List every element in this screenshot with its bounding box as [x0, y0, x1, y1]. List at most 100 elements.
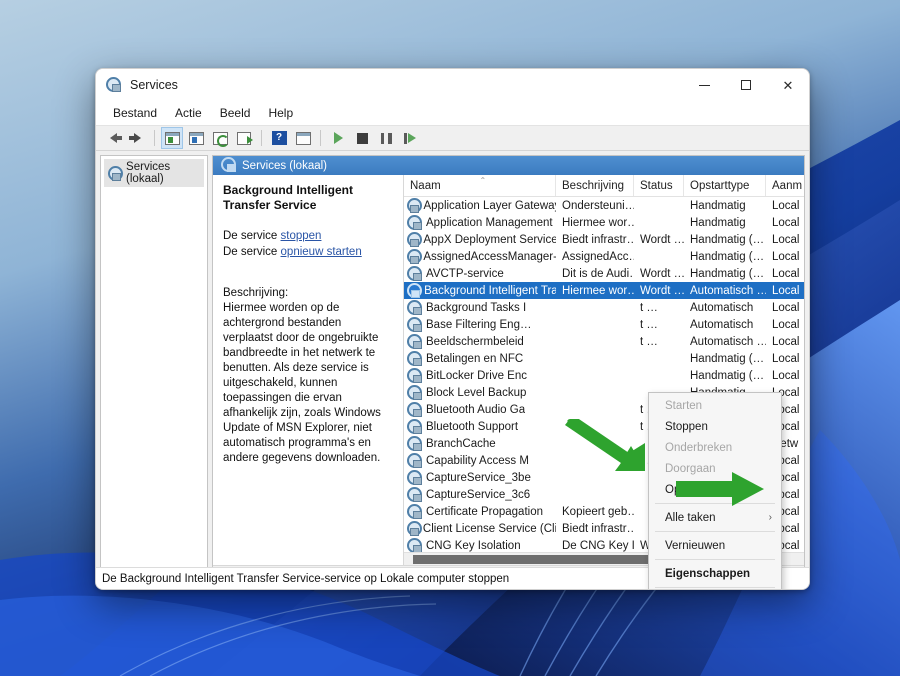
column-header-opstarttype[interactable]: Opstarttype: [684, 175, 766, 196]
menu-bar[interactable]: Bestand Actie Beeld Help: [96, 101, 809, 125]
service-item-icon: [407, 351, 422, 366]
table-row[interactable]: Base Filtering Eng…t …AutomatischLocal: [404, 316, 804, 333]
action-prefix-stop: De service: [223, 230, 277, 242]
stop-service-button[interactable]: [351, 127, 373, 149]
context-menu-item-label: Eigenschappen: [665, 568, 750, 580]
console-tree-pane[interactable]: Services (lokaal): [100, 155, 208, 585]
column-header-aanmelden[interactable]: Aanm: [766, 175, 804, 196]
table-row[interactable]: Background Intelligent Tran…Hiermee wor……: [404, 282, 804, 299]
column-header-aanmelden-label: Aanm: [772, 180, 802, 192]
cell-opstarttype: Automatisch …: [684, 285, 766, 297]
restart-service-button[interactable]: [399, 127, 421, 149]
menu-actie[interactable]: Actie: [166, 103, 211, 123]
back-button[interactable]: [102, 127, 124, 149]
menu-help[interactable]: Help: [259, 103, 302, 123]
description-text: Hiermee worden op de achtergrond bestand…: [223, 301, 393, 466]
description-label: Beschrijving:: [223, 286, 393, 301]
context-menu-item-eigenschappen[interactable]: Eigenschappen: [649, 563, 781, 584]
chevron-right-icon: ›: [769, 512, 772, 523]
menu-beeld[interactable]: Beeld: [211, 103, 260, 123]
window-titlebar[interactable]: Services ✕: [96, 69, 809, 101]
menu-bestand[interactable]: Bestand: [104, 103, 166, 123]
table-row[interactable]: Beeldschermbeleidt …Automatisch …Local: [404, 333, 804, 350]
cell-aanmelden: Local: [766, 302, 804, 314]
cell-opstarttype: Automatisch: [684, 319, 766, 331]
cell-status: Wordt …: [634, 268, 684, 280]
start-service-button[interactable]: [327, 127, 349, 149]
context-menu-item-vernieuwen[interactable]: Vernieuwen: [649, 535, 781, 556]
cell-status: t …: [634, 319, 684, 331]
console-tree-icon: [165, 132, 180, 145]
list-column-headers[interactable]: Naam ⌃ Beschrijving Status Opstarttype: [404, 175, 804, 197]
service-name-label: Application Management: [426, 217, 553, 229]
service-item-icon: [407, 504, 422, 519]
cell-status: Wordt …: [634, 285, 684, 297]
restart-service-link[interactable]: opnieuw starten: [281, 246, 362, 258]
cell-beschrijving: Dit is de Audi…: [556, 268, 634, 280]
sort-ascending-icon: ⌃: [480, 176, 487, 185]
toolbar[interactable]: ?: [96, 125, 809, 151]
column-header-status[interactable]: Status: [634, 175, 684, 196]
cell-naam: CNG Key Isolation: [404, 538, 556, 552]
cell-opstarttype: Handmatig (…: [684, 370, 766, 382]
service-name-label: BranchCache: [426, 438, 496, 450]
service-item-icon: [407, 334, 422, 349]
stop-service-link[interactable]: stoppen: [281, 230, 322, 242]
service-name-label: Block Level Backup: [426, 387, 526, 399]
service-item-icon: [407, 521, 419, 536]
table-row[interactable]: Betalingen en NFCHandmatig (…Local: [404, 350, 804, 367]
properties-button[interactable]: [185, 127, 207, 149]
context-menu-item-alle-taken[interactable]: Alle taken ›: [649, 507, 781, 528]
context-menu-item-label: Stoppen: [665, 421, 708, 433]
cell-opstarttype: Handmatig (…: [684, 268, 766, 280]
cell-opstarttype: Handmatig (…: [684, 353, 766, 365]
table-row[interactable]: Background Tasks It …AutomatischLocal: [404, 299, 804, 316]
minimize-button[interactable]: [683, 69, 725, 101]
column-header-naam-label: Naam: [410, 180, 441, 192]
restart-service-line: De service opnieuw starten: [223, 245, 393, 260]
help-button[interactable]: ?: [268, 127, 290, 149]
restart-service-icon: [404, 133, 417, 144]
tree-item-services-local[interactable]: Services (lokaal): [104, 159, 204, 187]
column-header-naam[interactable]: Naam ⌃: [404, 175, 556, 196]
cell-aanmelden: Local: [766, 285, 804, 297]
services-app-icon: [106, 77, 122, 93]
maximize-button[interactable]: [725, 69, 767, 101]
pause-service-button[interactable]: [375, 127, 397, 149]
cell-naam: Application Management: [404, 215, 556, 230]
forward-button[interactable]: [126, 127, 148, 149]
table-row[interactable]: AssignedAccessManager-ser…AssignedAcc…Ha…: [404, 248, 804, 265]
table-row[interactable]: AVCTP-serviceDit is de Audi…Wordt …Handm…: [404, 265, 804, 282]
cell-naam: Bluetooth Support: [404, 419, 556, 434]
service-item-icon: [407, 487, 422, 502]
service-name-label: Betalingen en NFC: [426, 353, 523, 365]
list-view-icon: [296, 132, 311, 145]
close-button[interactable]: ✕: [767, 69, 809, 101]
services-window[interactable]: Services ✕ Bestand Actie Beeld Help: [95, 68, 810, 590]
window-body: Services (lokaal) Services (lokaal) Back…: [96, 151, 809, 589]
service-item-icon: [407, 368, 422, 383]
pane-header-icon: [221, 157, 236, 175]
forward-icon: [134, 133, 141, 143]
context-menu-item-label: Alle taken: [665, 512, 716, 524]
context-menu-item-stoppen[interactable]: Stoppen: [649, 416, 781, 437]
export-list-button[interactable]: [233, 127, 255, 149]
table-row[interactable]: AppX Deployment Service (A…Biedt infrast…: [404, 231, 804, 248]
column-header-beschrijving[interactable]: Beschrijving: [556, 175, 634, 196]
table-row[interactable]: Application Layer Gateway S…Ondersteuni……: [404, 197, 804, 214]
cell-naam: AVCTP-service: [404, 266, 556, 281]
cell-naam: Capability Access M: [404, 453, 556, 468]
table-row[interactable]: Application ManagementHiermee wor…Handma…: [404, 214, 804, 231]
service-item-icon: [407, 232, 419, 247]
list-view-button[interactable]: [292, 127, 314, 149]
cell-naam: BitLocker Drive Enc: [404, 368, 556, 383]
action-prefix-restart: De service: [223, 246, 277, 258]
cell-naam: Certificate Propagation: [404, 504, 556, 519]
cell-naam: CaptureService_3c6: [404, 487, 556, 502]
refresh-button[interactable]: [209, 127, 231, 149]
selected-service-title: Background Intelligent Transfer Service: [223, 183, 393, 213]
show-hide-console-tree-button[interactable]: [161, 127, 183, 149]
table-row[interactable]: BitLocker Drive EncHandmatig (…Local: [404, 367, 804, 384]
service-name-label: Application Layer Gateway S…: [423, 200, 556, 212]
service-item-icon: [407, 436, 422, 451]
